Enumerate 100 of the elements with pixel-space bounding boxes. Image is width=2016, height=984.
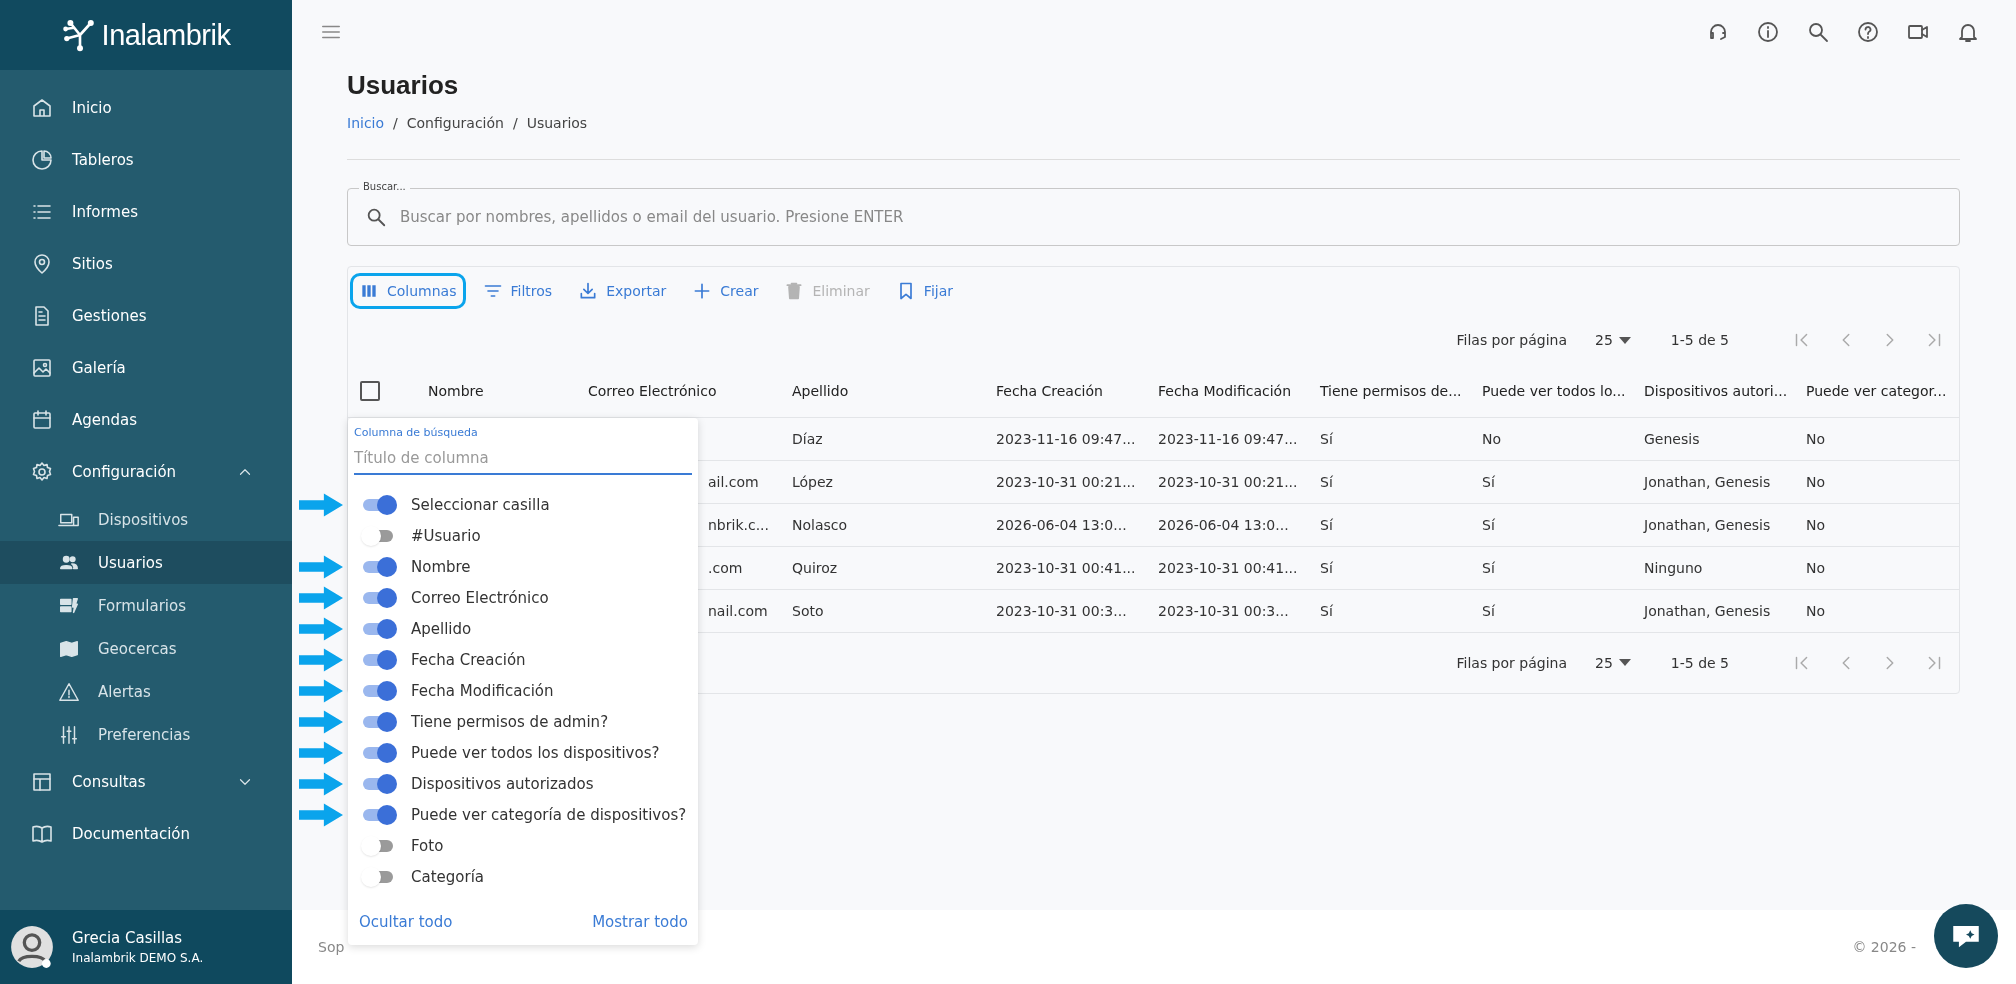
toolbar-button[interactable]: Fijar <box>886 273 962 309</box>
toggle-switch[interactable] <box>361 649 397 670</box>
breadcrumb-separator: / <box>512 115 518 131</box>
sidebar-item[interactable]: Documentación <box>0 808 292 860</box>
table-cell: Ninguno <box>1644 559 1703 576</box>
search-label: Buscar... <box>359 181 410 192</box>
house-icon <box>30 96 54 120</box>
column-header[interactable]: Fecha Modificación <box>1146 365 1308 417</box>
toggle-switch[interactable] <box>361 587 397 608</box>
table-cell: Quiroz <box>792 559 838 576</box>
column-header[interactable]: Correo Electrónico <box>576 365 780 417</box>
table-cell: López <box>792 473 833 490</box>
image-icon <box>30 356 54 380</box>
toggle-label: Tiene permisos de admin? <box>411 712 609 731</box>
table-cell: 2026-06-04 13:0... <box>996 516 1127 533</box>
sidebar-subitem[interactable]: Preferencias <box>0 713 292 756</box>
toggle-label: Puede ver categoría de dispositivos? <box>411 805 687 824</box>
table-cell: 2023-10-31 00:41... <box>1158 559 1298 576</box>
rows-per-page-label: Filas por página <box>1456 332 1567 348</box>
hide-all-link[interactable]: Ocultar todo <box>359 913 453 931</box>
rows-per-page-select[interactable]: 25 <box>1589 331 1637 349</box>
breadcrumb-item: Configuración <box>406 115 504 131</box>
toolbar-button[interactable]: Exportar <box>569 273 676 309</box>
column-header[interactable]: Apellido <box>780 365 984 417</box>
column-header[interactable]: Tiene permisos de... <box>1308 365 1470 417</box>
table-cell: ail.com <box>708 473 759 490</box>
sidebar-subitem[interactable]: Usuarios <box>0 541 292 584</box>
search-icon <box>365 206 387 228</box>
logo[interactable]: Inalambrik <box>61 17 231 53</box>
column-header[interactable]: Dispositivos autori... <box>1632 365 1794 417</box>
table-cell: Jonathan, Genesis <box>1644 602 1771 619</box>
table-cell: Nolasco <box>792 516 848 533</box>
table-cell: No <box>1806 516 1826 533</box>
table-cell: nail.com <box>708 602 768 619</box>
table-cell: No <box>1806 559 1826 576</box>
table-cell: Díaz <box>792 430 823 447</box>
table-cell: Soto <box>792 602 824 619</box>
toggle-switch[interactable] <box>361 618 397 639</box>
sidebar-subitem[interactable]: Dispositivos <box>0 498 292 541</box>
sidebar-subitem[interactable]: Geocercas <box>0 627 292 670</box>
column-header[interactable]: Fecha Creación <box>984 365 1146 417</box>
table-cell: 2023-11-16 09:47... <box>1158 430 1298 447</box>
toggle-switch[interactable] <box>361 742 397 763</box>
rows-per-page-label: Filas por página <box>1456 654 1567 671</box>
sidebar-item[interactable]: Inicio <box>0 82 292 134</box>
show-all-link[interactable]: Mostrar todo <box>592 913 688 931</box>
sidebar-item[interactable]: Tableros <box>0 134 292 186</box>
toggle-switch[interactable] <box>361 711 397 732</box>
toggle-switch[interactable] <box>361 773 397 794</box>
rows-per-page-select[interactable]: 25 <box>1589 653 1637 672</box>
table-cell: Sí <box>1320 473 1333 490</box>
page-title: Usuarios <box>347 70 460 101</box>
sidebar-item[interactable]: Gestiones <box>0 290 292 342</box>
sidebar-subitem[interactable]: Alertas <box>0 670 292 713</box>
toggle-label: Foto <box>411 836 444 855</box>
toggle-label: Puede ver todos los dispositivos? <box>411 743 660 762</box>
toolbar-button[interactable]: Columnas <box>350 273 466 309</box>
table-cell: .com <box>708 559 743 576</box>
sidebar-item[interactable]: Consultas <box>0 756 292 808</box>
sidebar-item[interactable]: Galería <box>0 342 292 394</box>
toggle-switch[interactable] <box>361 556 397 577</box>
sidebar-item[interactable]: Sitios <box>0 238 292 290</box>
table-cell: 2023-10-31 00:3... <box>996 602 1127 619</box>
sidebar-item[interactable]: Configuración <box>0 446 292 498</box>
column-header[interactable]: Nombre <box>416 365 576 417</box>
table-cell: Jonathan, Genesis <box>1644 516 1771 533</box>
column-header[interactable]: Puede ver todos lo... <box>1470 365 1632 417</box>
select-all-checkbox[interactable] <box>360 380 380 401</box>
info-icon <box>1756 20 1780 44</box>
table-cell: 2023-11-16 09:47... <box>996 430 1136 447</box>
download-icon <box>578 281 599 301</box>
breadcrumb-separator: / <box>393 115 398 131</box>
table-icon <box>30 770 54 794</box>
toggle-label: Fecha Creación <box>411 650 526 669</box>
toggle-switch[interactable] <box>361 494 397 515</box>
breadcrumb-item: Usuarios <box>526 115 588 131</box>
sidebar-subitem[interactable]: Formularios <box>0 584 292 627</box>
user-name: Grecia Casillas <box>72 929 184 947</box>
sidebar-item[interactable]: Agendas <box>0 394 292 446</box>
toggle-switch[interactable] <box>361 804 397 825</box>
toolbar-button[interactable]: Crear <box>683 273 768 309</box>
sidebar-item[interactable]: Informes <box>0 186 292 238</box>
table-cell: Sí <box>1482 602 1495 619</box>
avatar-icon[interactable] <box>10 925 54 969</box>
column-header[interactable]: Puede ver categor... <box>1794 365 1959 417</box>
toggle-label: Nombre <box>411 557 471 576</box>
table-cell: Genesis <box>1644 430 1700 447</box>
table-cell: Sí <box>1320 516 1333 533</box>
toolbar-button[interactable]: Filtros <box>473 273 562 309</box>
breadcrumb-link[interactable]: Inicio <box>347 115 385 131</box>
table-cell: Sí <box>1320 559 1333 576</box>
settings-icon <box>30 460 54 484</box>
toggle-switch[interactable] <box>361 680 397 701</box>
table-cell: Sí <box>1482 473 1495 490</box>
column-search-field[interactable]: Título de columna <box>354 445 692 475</box>
toggle-label: #Usuario <box>411 526 481 545</box>
table-cell: No <box>1806 430 1826 447</box>
table-cell: 2023-10-31 00:41... <box>996 559 1136 576</box>
table-cell: 2023-10-31 00:21... <box>996 473 1136 490</box>
search-icon <box>1806 20 1830 44</box>
